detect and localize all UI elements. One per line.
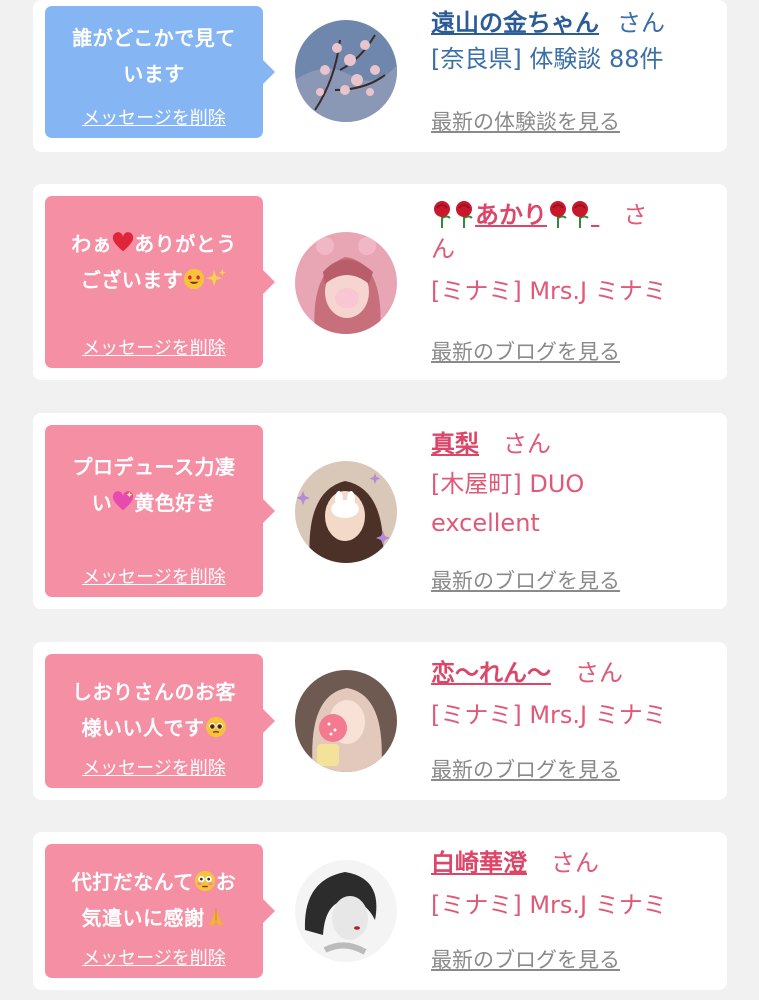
- user-name-text: あかり: [475, 201, 547, 229]
- user-name-link[interactable]: 遠山の金ちゃん: [431, 9, 599, 37]
- message-text: 誰がどこかで見て います: [51, 20, 257, 92]
- message-bubble: しおりさんのお客 様いい人です メッセージを削除: [45, 654, 275, 788]
- rose-icon: [572, 201, 589, 228]
- message-line: ございます: [80, 268, 184, 292]
- shop-label: [ミナミ] Mrs.J ミナミ: [431, 277, 667, 305]
- message-card: しおりさんのお客 様いい人です メッセージを削除 恋〜れん〜 さん [ミナミ] M…: [33, 642, 727, 800]
- message-card: 誰がどこかで見て います メッセージを削除 遠山の金ちゃん さん [奈良県] 体験…: [33, 0, 727, 152]
- message-bubble: プロデュース力凄 い黄色好き メッセージを削除: [45, 425, 275, 597]
- honorific: さん: [617, 9, 665, 37]
- message-card: わぁ ありがとう ございます メッセージを削除 あかり さ ん [ミナミ] Mrs…: [33, 184, 727, 380]
- honorific: さん: [551, 849, 599, 877]
- delete-message-link[interactable]: メッセージを削除: [45, 563, 263, 589]
- shop-label: [木屋町] DUO excellent: [431, 465, 707, 543]
- message-line: しおりさんのお客: [72, 680, 236, 704]
- message-text: わぁ ありがとう ございます: [51, 226, 257, 298]
- message-line: わぁ: [71, 232, 113, 256]
- heart-icon: [113, 232, 134, 252]
- user-name-link[interactable]: 白崎華澄: [431, 849, 527, 877]
- avatar[interactable]: [295, 232, 397, 334]
- latest-link[interactable]: 最新のブログを見る: [431, 565, 620, 595]
- latest-link[interactable]: 最新のブログを見る: [431, 336, 620, 366]
- honorific: ん: [431, 235, 455, 263]
- shop-label: [ミナミ] Mrs.J ミナミ: [431, 701, 667, 729]
- heart-eyes-emoji-icon: [184, 268, 205, 290]
- user-info: あかり さ ん [ミナミ] Mrs.J ミナミ: [431, 198, 707, 311]
- sparkling-heart-icon: [113, 491, 134, 511]
- user-info: 白崎華澄 さん [ミナミ] Mrs.J ミナミ: [431, 846, 707, 925]
- avatar[interactable]: [295, 20, 397, 122]
- message-line: 黄色好き: [134, 491, 217, 515]
- latest-link[interactable]: 最新のブログを見る: [431, 944, 620, 974]
- message-line: い: [91, 491, 113, 515]
- folded-hands-icon: [208, 908, 223, 927]
- delete-message-link[interactable]: メッセージを削除: [45, 334, 263, 360]
- pleading-face-icon: [205, 716, 226, 738]
- rose-icon: [550, 201, 567, 228]
- flushed-face-icon: [194, 870, 215, 892]
- message-line: お: [215, 870, 237, 894]
- user-info: 真梨 さん [木屋町] DUO excellent: [431, 427, 707, 543]
- user-info: 恋〜れん〜 さん [ミナミ] Mrs.J ミナミ: [431, 656, 707, 735]
- latest-link[interactable]: 最新の体験談を見る: [431, 106, 620, 136]
- honorific: さん: [503, 430, 551, 458]
- message-line: 気遣いに感謝: [81, 906, 205, 930]
- user-info: 遠山の金ちゃん さん [奈良県] 体験談 88件: [431, 6, 707, 79]
- rose-icon: [434, 201, 451, 228]
- shop-line: excellent: [431, 509, 540, 537]
- avatar[interactable]: [295, 860, 397, 962]
- user-name-link[interactable]: 恋〜れん〜: [431, 659, 551, 687]
- message-bubble: 誰がどこかで見て います メッセージを削除: [45, 6, 275, 138]
- message-text: しおりさんのお客 様いい人です: [51, 674, 257, 746]
- honorific: さん: [575, 659, 623, 687]
- message-line: 誰がどこかで見て: [72, 26, 236, 50]
- avatar[interactable]: [295, 670, 397, 772]
- latest-link[interactable]: 最新のブログを見る: [431, 754, 620, 784]
- delete-message-link[interactable]: メッセージを削除: [45, 944, 263, 970]
- message-line: 様いい人です: [81, 716, 205, 740]
- user-name-link[interactable]: あかり: [431, 201, 599, 229]
- message-line: プロデュース力凄: [72, 455, 236, 479]
- delete-message-link[interactable]: メッセージを削除: [45, 104, 263, 130]
- avatar[interactable]: [295, 461, 397, 563]
- message-bubble: 代打だなんてお 気遣いに感謝 メッセージを削除: [45, 844, 275, 978]
- message-card: プロデュース力凄 い黄色好き メッセージを削除 真梨 さん [木屋町] DUO e…: [33, 413, 727, 609]
- message-line: 代打だなんて: [71, 870, 194, 894]
- delete-message-link[interactable]: メッセージを削除: [45, 754, 263, 780]
- sparkles-icon: [206, 268, 227, 287]
- message-line: ありがとう: [134, 232, 237, 256]
- message-bubble: わぁ ありがとう ございます メッセージを削除: [45, 196, 275, 368]
- rose-icon: [456, 201, 473, 228]
- shop-line: [木屋町] DUO: [431, 470, 585, 498]
- honorific: さ: [623, 201, 648, 229]
- message-card: 代打だなんてお 気遣いに感謝 メッセージを削除 白崎華澄 さん [ミナミ] Mrs…: [33, 832, 727, 990]
- shop-label: [奈良県] 体験談 88件: [431, 45, 664, 73]
- shop-label: [ミナミ] Mrs.J ミナミ: [431, 891, 667, 919]
- message-text: プロデュース力凄 い黄色好き: [51, 449, 257, 521]
- message-line: います: [123, 62, 185, 86]
- message-text: 代打だなんてお 気遣いに感謝: [51, 864, 257, 936]
- user-name-link[interactable]: 真梨: [431, 430, 479, 458]
